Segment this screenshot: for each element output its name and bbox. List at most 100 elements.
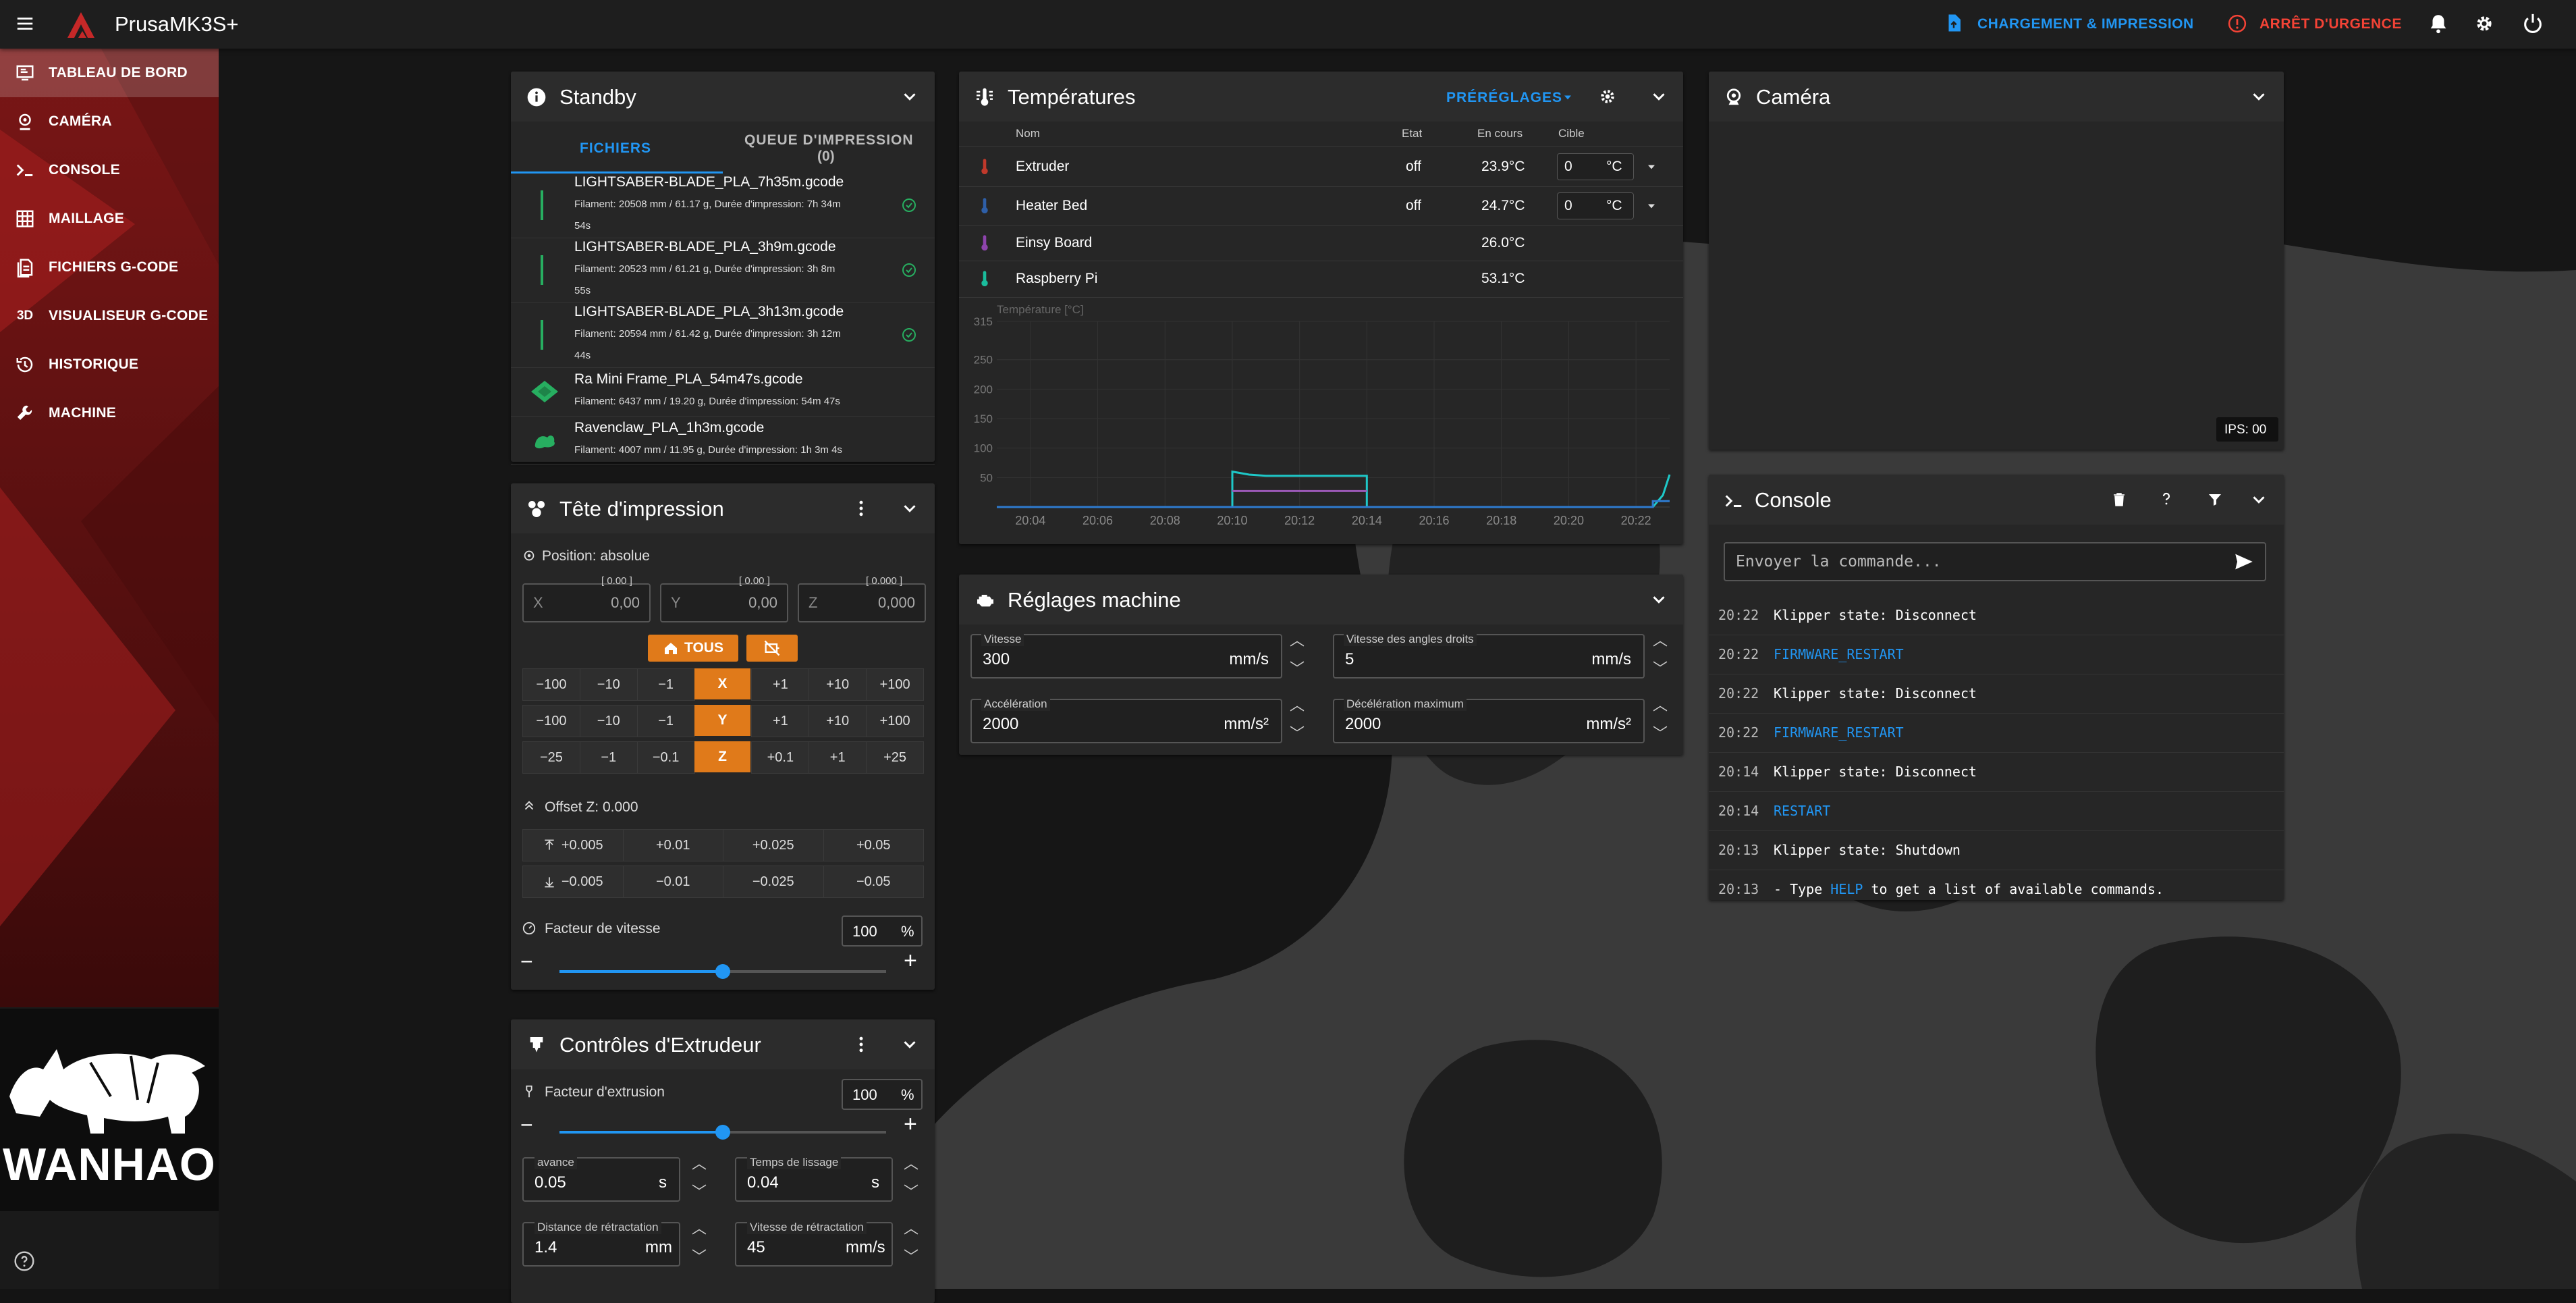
tab-queue[interactable]: QUEUE D'IMPRESSION (0) bbox=[723, 123, 935, 171]
z-offset-up-button[interactable]: +0.025 bbox=[723, 829, 824, 861]
more-vertical-icon[interactable] bbox=[851, 1034, 871, 1055]
temperature-row[interactable]: Einsy Board 26.0°C bbox=[959, 225, 1683, 261]
console-command-link[interactable]: FIRMWARE_RESTART bbox=[1774, 724, 1904, 741]
square-corner-velocity-down-icon[interactable]: ﹀ bbox=[1653, 657, 1668, 679]
chevron-down-icon[interactable] bbox=[900, 498, 920, 518]
z-offset-down-button[interactable]: −0.025 bbox=[723, 866, 824, 898]
z-position-field[interactable]: Z 0,000 bbox=[798, 583, 926, 622]
retract-speed-field[interactable]: Vitesse de rétractation 45 mm/s bbox=[735, 1221, 893, 1267]
jog-button[interactable]: +100 bbox=[866, 668, 924, 701]
target-temp-input[interactable]: 0 °C bbox=[1557, 192, 1634, 219]
presets-button[interactable]: PRÉRÉGLAGES bbox=[1446, 86, 1581, 108]
jog-button[interactable]: −0.1 bbox=[636, 741, 695, 774]
retract-distance-field[interactable]: Distance de rétractation 1.4 mm bbox=[522, 1221, 680, 1267]
jog-button[interactable]: +25 bbox=[866, 741, 924, 774]
extrusion-slider-thumb[interactable] bbox=[715, 1125, 730, 1140]
jog-button[interactable]: −10 bbox=[579, 705, 638, 737]
speed-increase-icon[interactable]: + bbox=[904, 948, 917, 974]
jog-button[interactable]: +0.1 bbox=[751, 741, 810, 774]
retract-distance-down-icon[interactable]: ﹀ bbox=[692, 1245, 707, 1267]
acceleration-up-icon[interactable]: ︿ bbox=[1290, 693, 1305, 715]
home-axis-button[interactable]: Y bbox=[694, 705, 751, 736]
console-command-link[interactable]: HELP bbox=[1830, 881, 1863, 897]
file-list-item[interactable]: LIGHTSABER-BLADE_PLA_3h13m.gcode Filament… bbox=[511, 302, 935, 368]
send-icon[interactable] bbox=[2232, 550, 2255, 573]
chevron-down-icon[interactable] bbox=[2249, 86, 2269, 107]
sidebar-item-visualiseur-g-code[interactable]: 3D VISUALISEUR G-CODE bbox=[0, 292, 219, 340]
velocity-down-icon[interactable]: ﹀ bbox=[1290, 657, 1305, 679]
pressure-advance-down-icon[interactable]: ﹀ bbox=[692, 1180, 707, 1202]
jog-button[interactable]: −25 bbox=[522, 741, 580, 774]
filter-icon[interactable] bbox=[2207, 491, 2223, 508]
extrusion-increase-icon[interactable]: + bbox=[904, 1111, 917, 1138]
smooth-time-field[interactable]: Temps de lissage 0.04 s bbox=[735, 1156, 893, 1202]
home-axis-button[interactable]: Z bbox=[694, 741, 751, 772]
jog-button[interactable]: +1 bbox=[751, 705, 810, 737]
chevron-down-icon[interactable] bbox=[1649, 86, 1669, 107]
z-offset-down-button[interactable]: −0.005 bbox=[522, 866, 624, 898]
smooth-time-down-icon[interactable]: ﹀ bbox=[904, 1180, 919, 1202]
pressure-advance-field[interactable]: avance 0.05 s bbox=[522, 1156, 680, 1202]
max-decel-field[interactable]: Décélération maximum 2000 mm/s² bbox=[1333, 697, 1645, 743]
menu-toggle-icon[interactable] bbox=[15, 14, 35, 34]
z-offset-up-button[interactable]: +0.005 bbox=[522, 829, 624, 861]
settings-icon[interactable] bbox=[2473, 12, 2496, 35]
velocity-field[interactable]: Vitesse 300 mm/s bbox=[970, 633, 1282, 679]
power-icon[interactable] bbox=[2521, 12, 2544, 35]
app-title[interactable]: PrusaMK3S+ bbox=[115, 12, 239, 36]
jog-button[interactable]: +1 bbox=[809, 741, 867, 774]
jog-button[interactable]: −1 bbox=[579, 741, 638, 774]
max-decel-up-icon[interactable]: ︿ bbox=[1653, 693, 1668, 715]
trash-icon[interactable] bbox=[2111, 491, 2127, 508]
jog-button[interactable]: +10 bbox=[809, 705, 867, 737]
console-command-link[interactable]: RESTART bbox=[1774, 803, 1830, 819]
z-offset-down-button[interactable]: −0.05 bbox=[823, 866, 924, 898]
sidebar-item-machine[interactable]: MACHINE bbox=[0, 389, 219, 437]
file-list-item[interactable]: LIGHTSABER-BLADE_PLA_7h35m.gcode Filament… bbox=[511, 173, 935, 238]
jog-button[interactable]: −10 bbox=[579, 668, 638, 701]
chevron-down-icon[interactable] bbox=[1649, 589, 1669, 610]
motors-off-button[interactable] bbox=[746, 635, 798, 662]
console-command-input[interactable]: Envoyer la commande... bbox=[1724, 542, 2266, 581]
speed-slider-thumb[interactable] bbox=[715, 964, 730, 979]
jog-button[interactable]: −1 bbox=[636, 705, 695, 737]
jog-button[interactable]: −1 bbox=[636, 668, 695, 701]
file-list-item[interactable]: LIGHTSABER-BLADE_PLA_3h9m.gcode Filament:… bbox=[511, 238, 935, 303]
temperature-row[interactable]: Raspberry Pi 53.1°C bbox=[959, 261, 1683, 298]
jog-button[interactable]: −100 bbox=[522, 668, 580, 701]
sidebar-item-tableau-de-bord[interactable]: TABLEAU DE BORD bbox=[0, 49, 219, 97]
sidebar-item-cam-ra[interactable]: CAMÉRA bbox=[0, 97, 219, 146]
help-icon[interactable] bbox=[2158, 489, 2174, 508]
bell-icon[interactable] bbox=[2427, 12, 2450, 35]
chevron-down-icon[interactable] bbox=[2249, 489, 2269, 510]
chevron-down-icon[interactable] bbox=[900, 1034, 920, 1055]
temperature-row[interactable]: Heater Bed off 24.7°C 0 °C bbox=[959, 186, 1683, 226]
x-position-field[interactable]: X 0,00 bbox=[522, 583, 651, 622]
gear-icon[interactable] bbox=[1599, 88, 1616, 105]
sidebar-item-maillage[interactable]: MAILLAGE bbox=[0, 194, 219, 243]
retract-speed-down-icon[interactable]: ﹀ bbox=[904, 1245, 919, 1267]
acceleration-down-icon[interactable]: ﹀ bbox=[1290, 722, 1305, 743]
home-axis-button[interactable]: X bbox=[694, 668, 751, 699]
tab-files[interactable]: FICHIERS bbox=[511, 123, 723, 174]
caret-down-icon[interactable] bbox=[1645, 160, 1658, 174]
smooth-time-up-icon[interactable]: ︿ bbox=[904, 1152, 919, 1173]
chevron-down-icon[interactable] bbox=[900, 86, 920, 107]
more-vertical-icon[interactable] bbox=[851, 498, 871, 518]
z-offset-up-button[interactable]: +0.01 bbox=[622, 829, 723, 861]
upload-print-button[interactable]: CHARGEMENT & IMPRESSION bbox=[1944, 11, 2193, 38]
console-command-link[interactable]: FIRMWARE_RESTART bbox=[1774, 646, 1904, 662]
extrusion-factor-field[interactable]: 100 % bbox=[842, 1079, 923, 1110]
velocity-up-icon[interactable]: ︿ bbox=[1290, 629, 1305, 650]
jog-button[interactable]: +10 bbox=[809, 668, 867, 701]
temperature-row[interactable]: Extruder off 23.9°C 0 °C bbox=[959, 147, 1683, 187]
file-list-item[interactable]: Ra Mini Frame_PLA_54m47s.gcode Filament: … bbox=[511, 367, 935, 417]
pressure-advance-up-icon[interactable]: ︿ bbox=[692, 1152, 707, 1173]
extrusion-slider-track[interactable] bbox=[559, 1125, 886, 1140]
y-position-field[interactable]: Y 0,00 bbox=[660, 583, 788, 622]
home-all-button[interactable]: TOUS bbox=[648, 635, 738, 662]
z-offset-up-button[interactable]: +0.05 bbox=[823, 829, 924, 861]
jog-button[interactable]: −100 bbox=[522, 705, 580, 737]
square-corner-velocity-field[interactable]: Vitesse des angles droits 5 mm/s bbox=[1333, 633, 1645, 679]
speed-slider-track[interactable] bbox=[559, 964, 886, 979]
